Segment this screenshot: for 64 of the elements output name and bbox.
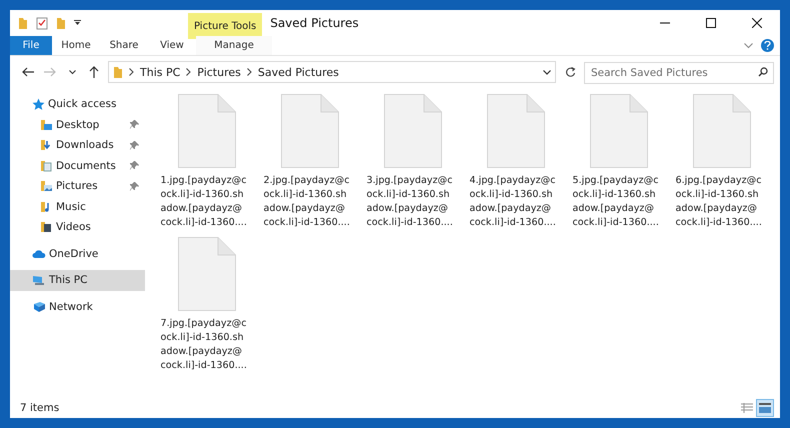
sidebar-item[interactable]: Videos <box>10 217 145 238</box>
sidebar-item[interactable]: Music <box>10 196 145 217</box>
large-icons-view-button[interactable] <box>756 399 774 417</box>
videos-folder-icon <box>40 221 53 234</box>
sidebar-item[interactable]: Network <box>10 296 145 317</box>
breadcrumb[interactable]: Pictures <box>197 66 241 78</box>
ribbon-tab[interactable]: Home <box>52 36 100 55</box>
ribbon-tab[interactable]: File <box>10 36 52 55</box>
details-view-icon <box>741 403 753 413</box>
chevron-right-icon[interactable] <box>246 68 252 76</box>
forward-arrow-icon <box>44 67 56 77</box>
chevron-down-icon[interactable] <box>543 70 551 74</box>
window-title: Saved Pictures <box>269 15 360 32</box>
network-icon <box>32 300 46 313</box>
chevron-right-icon[interactable] <box>129 68 134 76</box>
new-folder-icon[interactable] <box>56 16 66 30</box>
sidebar-item[interactable]: Desktop <box>10 114 145 135</box>
address-bar[interactable]: This PC Pictures Saved Pictures <box>108 61 556 83</box>
item-count: 7 items <box>20 402 60 414</box>
search-field[interactable]: Search Saved Pictures <box>584 62 774 84</box>
back-arrow-icon <box>22 67 34 77</box>
dropdown-icon[interactable] <box>74 20 81 26</box>
sidebar-item[interactable]: Downloads <box>10 135 145 156</box>
file-name[interactable]: 4.jpg.[paydayz@c ock.li]-id-1360.sh adow.[paydayz@ cock.li]-id-1360.... <box>466 174 566 230</box>
chevron-down-icon <box>68 70 76 74</box>
ribbon-tab[interactable]: Share <box>100 36 148 55</box>
close-icon <box>752 18 762 28</box>
file-name[interactable]: 2.jpg.[paydayz@c ock.li]-id-1360.sh adow.[paydayz@ cock.li]-id-1360.... <box>260 174 360 230</box>
file-name[interactable]: 5.jpg.[paydayz@c ock.li]-id-1360.sh adow.[paydayz@ cock.li]-id-1360.... <box>568 174 668 230</box>
pictures-folder-icon <box>40 180 53 192</box>
up-arrow-icon <box>89 66 99 78</box>
help-icon[interactable] <box>761 39 774 52</box>
file-name[interactable]: 3.jpg.[paydayz@c ock.li]-id-1360.sh adow.[paydayz@ cock.li]-id-1360.... <box>362 174 462 230</box>
sidebar-item[interactable]: This PC <box>10 270 145 290</box>
download-folder-icon <box>40 139 53 152</box>
sidebar-item[interactable]: Pictures <box>10 176 145 196</box>
folder-icon <box>40 118 53 131</box>
ribbon-tab[interactable]: Manage <box>196 36 272 55</box>
context-tab-label: Picture Tools <box>188 13 262 39</box>
folder-icon <box>113 66 123 78</box>
file-name[interactable]: 1.jpg.[paydayz@c ock.li]-id-1360.sh adow.[paydayz@ cock.li]-id-1360.... <box>156 174 256 230</box>
sidebar-item[interactable]: Quick access <box>10 94 145 114</box>
pin-icon[interactable] <box>130 120 139 130</box>
properties-icon[interactable] <box>36 16 48 30</box>
large-icons-view-icon <box>759 403 771 413</box>
pin-icon[interactable] <box>130 161 139 170</box>
computer-icon <box>32 274 46 286</box>
refresh-icon <box>564 66 576 78</box>
cloud-icon <box>32 248 46 259</box>
sidebar-item[interactable]: Documents <box>10 156 145 176</box>
file-name[interactable]: 7.jpg.[paydayz@c ock.li]-id-1360.sh adow.[paydayz@ cock.li]-id-1360.... <box>156 317 256 373</box>
ribbon-tab[interactable]: View <box>148 36 196 55</box>
file-name[interactable]: 6.jpg.[paydayz@c ock.li]-id-1360.sh adow.[paydayz@ cock.li]-id-1360.... <box>672 174 772 230</box>
documents-folder-icon <box>40 160 53 172</box>
pin-icon[interactable] <box>130 182 139 191</box>
breadcrumb[interactable]: This PC <box>140 66 180 78</box>
folder-icon[interactable] <box>18 16 28 30</box>
chevron-right-icon[interactable] <box>186 68 192 76</box>
breadcrumb[interactable]: Saved Pictures <box>258 66 339 78</box>
maximize-icon <box>706 18 716 28</box>
pin-icon[interactable] <box>130 140 139 150</box>
star-icon <box>32 98 45 111</box>
sidebar-item[interactable]: OneDrive <box>10 244 145 264</box>
search-icon[interactable] <box>758 67 768 77</box>
